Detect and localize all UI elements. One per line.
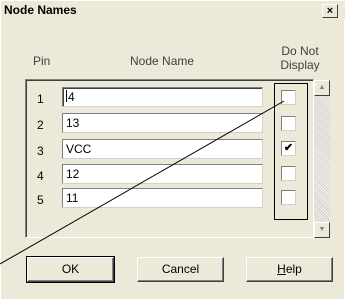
title-bar: Node Names × bbox=[1, 1, 345, 20]
window-title: Node Names bbox=[4, 3, 77, 17]
help-label-rest: elp bbox=[285, 262, 302, 276]
node-name-column-header: Node Name bbox=[130, 54, 195, 68]
pin-number: 2 bbox=[37, 118, 44, 132]
help-button[interactable]: Help bbox=[246, 257, 333, 282]
node-name-field[interactable]: 11 bbox=[62, 188, 263, 208]
pin-number: 4 bbox=[37, 169, 44, 183]
scroll-down-icon[interactable]: ▼ bbox=[314, 222, 330, 238]
do-not-display-checkbox[interactable] bbox=[281, 116, 296, 131]
vertical-scrollbar[interactable]: ▲ ▼ bbox=[314, 80, 330, 238]
do-not-display-header-line2: Display bbox=[280, 58, 320, 72]
do-not-display-checkbox[interactable] bbox=[281, 166, 296, 181]
do-not-display-checkbox[interactable]: ✔ bbox=[281, 141, 296, 156]
pin-number: 1 bbox=[37, 92, 44, 106]
node-name-value: 4 bbox=[68, 90, 75, 104]
do-not-display-header-line1: Do Not bbox=[281, 44, 319, 58]
node-name-field[interactable]: VCC bbox=[62, 139, 263, 159]
pin-number: 5 bbox=[37, 193, 44, 207]
help-accelerator: H bbox=[277, 262, 286, 276]
node-name-field[interactable]: 4 bbox=[62, 87, 263, 107]
node-name-field[interactable]: 13 bbox=[62, 113, 263, 133]
node-name-field[interactable]: 12 bbox=[62, 164, 263, 184]
text-cursor bbox=[66, 90, 67, 102]
do-not-display-checkbox[interactable] bbox=[281, 90, 296, 105]
pin-number: 3 bbox=[37, 144, 44, 158]
do-not-display-checkbox[interactable] bbox=[281, 190, 296, 205]
pin-column-header: Pin bbox=[33, 54, 51, 68]
do-not-display-column-header: Do Not Display bbox=[275, 44, 325, 72]
scroll-up-icon[interactable]: ▲ bbox=[314, 80, 330, 96]
ok-button[interactable]: OK bbox=[26, 256, 115, 283]
close-button[interactable]: × bbox=[322, 4, 338, 18]
cancel-button[interactable]: Cancel bbox=[137, 257, 224, 282]
